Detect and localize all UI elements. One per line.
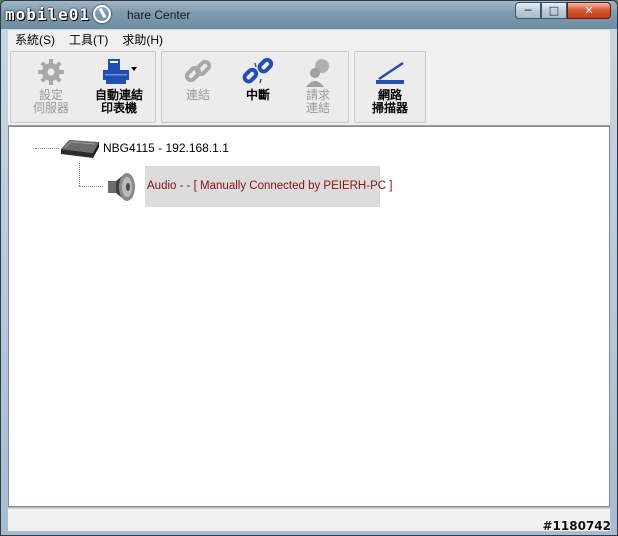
connect-button[interactable]: 連結 bbox=[167, 53, 229, 119]
maximize-button[interactable]: □ bbox=[541, 2, 567, 19]
network-scanner-button[interactable]: 網路 掃描器 bbox=[359, 53, 421, 119]
device-tree: NBG4115 - 192.168.1.1 Audio - - [ Manual… bbox=[8, 126, 610, 507]
request-connect-button[interactable]: 請求 連結 bbox=[287, 53, 349, 119]
user-request-icon bbox=[306, 59, 329, 87]
settings-server-label: 設定 伺服器 bbox=[32, 88, 69, 115]
router-icon[interactable] bbox=[59, 137, 101, 161]
broken-link-icon bbox=[242, 57, 274, 84]
logo-mark-icon bbox=[93, 5, 112, 23]
logo-text: mobile01 bbox=[5, 4, 91, 24]
request-connect-label: 請求 連結 bbox=[305, 88, 330, 115]
app-window: mobile01 hare Center ─ □ ✕ 系統(S) 工具(T) 求… bbox=[0, 0, 618, 536]
disconnect-button[interactable]: 中斷 bbox=[227, 53, 289, 119]
disconnect-label: 中斷 bbox=[245, 88, 270, 102]
caption-buttons: ─ □ ✕ bbox=[515, 2, 611, 19]
link-icon bbox=[184, 59, 212, 83]
network-scanner-label: 網路 掃描器 bbox=[371, 88, 408, 115]
connect-label: 連結 bbox=[185, 88, 210, 102]
mobile01-logo: mobile01 bbox=[5, 4, 112, 24]
menu-tools[interactable]: 工具(T) bbox=[62, 31, 115, 48]
auto-connect-printer-label: 自動連結 印表機 bbox=[94, 88, 143, 115]
menu-bar: 系統(S) 工具(T) 求助(H) bbox=[8, 30, 610, 50]
toolbar: 設定 伺服器 自動連結 印表機 連結 中斷 請求 連結 網路 掃描器 bbox=[8, 49, 610, 126]
minimize-button[interactable]: ─ bbox=[515, 2, 541, 19]
menu-help[interactable]: 求助(H) bbox=[115, 31, 170, 48]
tree-connector-child bbox=[79, 186, 103, 187]
audio-device-row[interactable]: Audio - - [ Manually Connected by PEIERH… bbox=[145, 166, 392, 207]
printer-icon bbox=[103, 59, 137, 84]
window-title: hare Center bbox=[127, 8, 191, 22]
tree-connector bbox=[35, 148, 59, 149]
watermark: #1180742 bbox=[542, 519, 611, 533]
menu-system[interactable]: 系統(S) bbox=[8, 31, 62, 48]
close-button[interactable]: ✕ bbox=[567, 2, 611, 19]
audio-device-label: Audio - - [ Manually Connected by PEIERH… bbox=[147, 180, 393, 192]
settings-server-button[interactable]: 設定 伺服器 bbox=[20, 53, 82, 119]
status-bar bbox=[8, 508, 610, 531]
device-node-label[interactable]: NBG4115 - 192.168.1.1 bbox=[103, 141, 229, 155]
gear-icon bbox=[38, 59, 64, 85]
title-bar[interactable]: mobile01 hare Center ─ □ ✕ bbox=[1, 1, 617, 29]
speaker-icon[interactable] bbox=[105, 171, 139, 203]
scanner-icon bbox=[376, 61, 404, 84]
auto-connect-printer-button[interactable]: 自動連結 印表機 bbox=[88, 53, 150, 119]
tree-connector-vertical bbox=[79, 163, 80, 186]
